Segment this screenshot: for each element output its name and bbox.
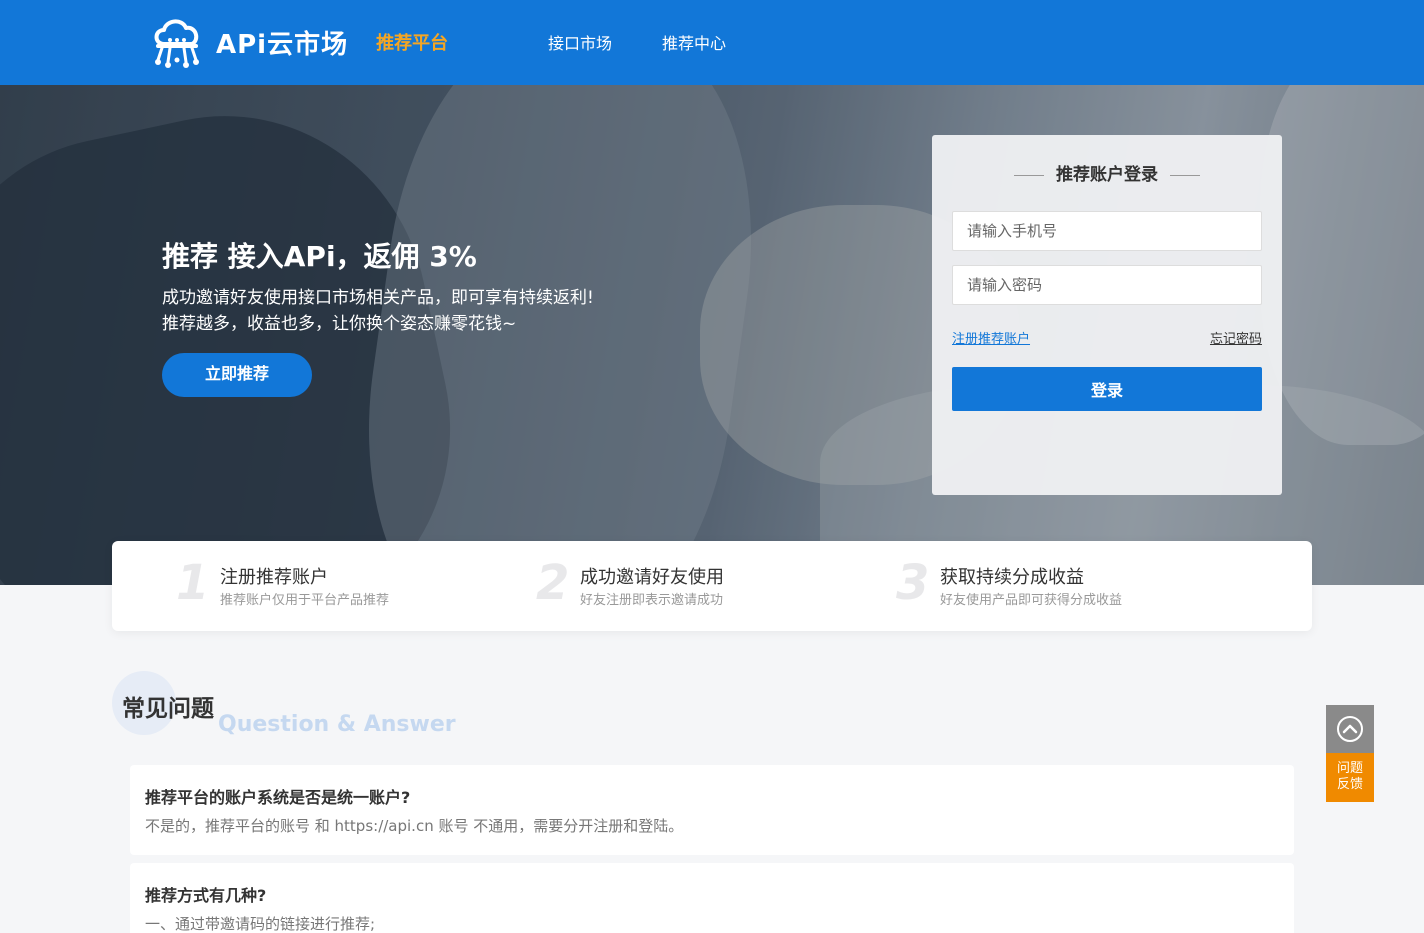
step-number: 2 [536, 555, 570, 611]
main-nav: 接口市场 推荐中心 [548, 30, 776, 54]
login-button[interactable]: 登录 [952, 367, 1262, 411]
nav-item-referral-center[interactable]: 推荐中心 [662, 30, 726, 54]
title-divider [1170, 174, 1200, 176]
faq-title: 常见问题 [122, 696, 214, 722]
cloud-logo-icon [154, 19, 199, 68]
login-title-text: 推荐账户登录 [1056, 165, 1158, 185]
feedback-label: 问题 [1336, 761, 1363, 776]
step-title: 获取持续分成收益 [940, 567, 1084, 588]
faq-question: 推荐方式有几种? [145, 886, 267, 905]
step-number: 3 [896, 555, 930, 611]
step-description: 推荐账户仅用于平台产品推荐 [220, 593, 390, 608]
step-description: 好友使用产品即可获得分成收益 [940, 593, 1123, 608]
chevron-up-icon [1337, 716, 1363, 742]
feedback-label: 反馈 [1336, 777, 1363, 792]
faq-answer: 一、通过带邀请码的链接进行推荐; [145, 915, 376, 933]
faq-answer: 不是的，推荐平台的账号 和 https://api.cn 账号 不通用，需要分开… [145, 817, 684, 835]
step-description: 好友注册即表示邀请成功 [580, 593, 724, 608]
steps-panel: 1 注册推荐账户 推荐账户仅用于平台产品推荐 2 成功邀请好友使用 好友注册即表… [112, 541, 1312, 631]
top-header: APi云市场 推荐平台 接口市场 推荐中心 [0, 0, 1424, 85]
logo-text: APi云市场 [216, 29, 349, 60]
faq-subtitle: Question & Answer [218, 712, 456, 737]
step-title: 成功邀请好友使用 [580, 567, 724, 588]
hero-description-line: 推荐越多，收益也多，让你换个姿态赚零花钱~ [162, 314, 517, 334]
back-to-top-button[interactable] [1326, 705, 1374, 753]
title-divider [1014, 174, 1044, 176]
faq-item: 推荐平台的账户系统是否是统一账户? 不是的，推荐平台的账号 和 https://… [130, 765, 1294, 855]
hero-description-line: 成功邀请好友使用接口市场相关产品，即可享有持续返利! [162, 288, 594, 308]
hero-title: 推荐 接入APi，返佣 3% [162, 240, 477, 273]
feedback-button[interactable]: 问题 反馈 [1326, 753, 1374, 802]
login-title: 推荐账户登录 [932, 160, 1282, 185]
register-account-link[interactable]: 注册推荐账户 [952, 328, 1030, 347]
step-title: 注册推荐账户 [220, 567, 328, 588]
forgot-password-link[interactable]: 忘记密码 [1210, 328, 1262, 347]
nav-item-api-market[interactable]: 接口市场 [548, 30, 612, 54]
login-panel: 推荐账户登录 注册推荐账户 忘记密码 登录 [932, 135, 1282, 495]
logo[interactable]: APi云市场 推荐平台 [150, 14, 448, 70]
recommend-now-button[interactable]: 立即推荐 [162, 353, 312, 397]
step-number: 1 [176, 555, 210, 611]
faq-item: 推荐方式有几种? 一、通过带邀请码的链接进行推荐; [130, 863, 1294, 933]
phone-input[interactable] [952, 211, 1262, 251]
faq-question: 推荐平台的账户系统是否是统一账户? [145, 788, 411, 807]
password-input[interactable] [952, 265, 1262, 305]
logo-subtitle: 推荐平台 [376, 33, 449, 54]
